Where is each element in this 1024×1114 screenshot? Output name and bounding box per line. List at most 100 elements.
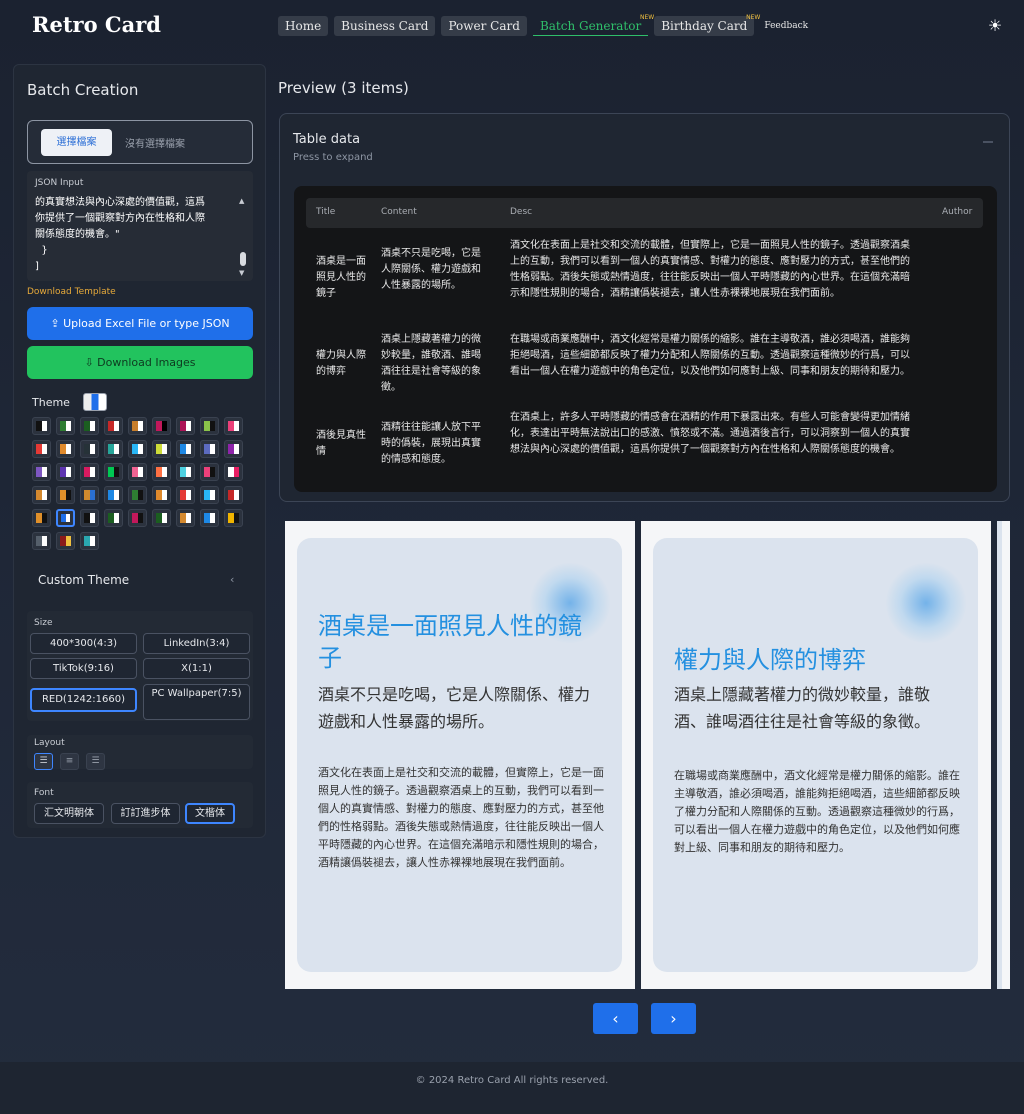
font-option[interactable]: 訂訂進步体 <box>111 803 180 824</box>
json-textarea[interactable]: 的真實想法與內心深處的價值觀，這爲 你提供了一個觀察對方內在性格和人際 關係態度… <box>35 195 231 275</box>
theme-swatch[interactable] <box>80 486 99 504</box>
size-option[interactable]: TikTok(9:16) <box>30 658 137 679</box>
choose-file-button[interactable]: 選擇檔案 <box>41 129 112 156</box>
theme-swatch[interactable] <box>152 509 171 527</box>
theme-swatch[interactable] <box>176 463 195 481</box>
theme-swatch[interactable] <box>56 486 75 504</box>
theme-swatch[interactable] <box>32 509 51 527</box>
swatch-color <box>65 467 71 477</box>
theme-swatch[interactable] <box>80 440 99 458</box>
card-preview: 酒桌是一面照見人性的鏡子 酒桌不只是吃喝，它是人際關係、權力遊戲和人性暴露的場所… <box>285 521 635 989</box>
theme-swatch[interactable] <box>200 509 219 527</box>
table-cell-title: 酒後見真性情 <box>316 430 366 457</box>
json-scrollbar[interactable]: ▲ ▼ <box>239 197 247 277</box>
theme-swatch[interactable] <box>32 463 51 481</box>
theme-swatch[interactable] <box>32 417 51 435</box>
theme-swatch[interactable] <box>224 509 243 527</box>
scroll-thumb[interactable] <box>240 252 246 266</box>
size-label: Size <box>34 618 53 628</box>
theme-swatch[interactable] <box>152 486 171 504</box>
chevron-left-icon[interactable]: ‹ <box>230 573 234 586</box>
collapse-icon[interactable] <box>983 141 993 143</box>
theme-swatch[interactable] <box>56 417 75 435</box>
size-option[interactable]: X(1:1) <box>143 658 250 679</box>
swatch-color <box>185 421 191 431</box>
align-right-icon[interactable]: ☰ <box>86 753 105 770</box>
swatch-color <box>209 467 215 477</box>
theme-swatch[interactable] <box>128 440 147 458</box>
theme-swatch[interactable] <box>200 486 219 504</box>
theme-swatch[interactable] <box>104 440 123 458</box>
theme-swatch[interactable] <box>200 417 219 435</box>
theme-swatch[interactable] <box>80 463 99 481</box>
theme-swatch[interactable] <box>128 463 147 481</box>
theme-swatch[interactable] <box>176 440 195 458</box>
scroll-up-icon[interactable]: ▲ <box>239 197 244 205</box>
theme-swatch[interactable] <box>56 509 75 527</box>
chevron-right-icon[interactable]: › <box>651 1003 696 1034</box>
nav-batch-generator[interactable]: Batch Generator NEW <box>532 14 654 36</box>
nav-home[interactable]: Home <box>278 16 329 36</box>
theme-swatch[interactable] <box>80 532 99 550</box>
column-header-title: Title <box>316 207 336 217</box>
download-images-button[interactable]: ⇩ Download Images <box>27 346 253 379</box>
theme-swatch[interactable] <box>200 463 219 481</box>
theme-swatch[interactable] <box>176 486 195 504</box>
swatch-color <box>137 513 143 523</box>
size-option[interactable]: 400*300(4:3) <box>30 633 137 654</box>
theme-swatch[interactable] <box>200 440 219 458</box>
align-left-icon[interactable]: ☰ <box>34 753 53 770</box>
swatch-color <box>41 490 47 500</box>
current-theme-swatch[interactable] <box>83 393 107 411</box>
theme-swatch[interactable] <box>32 440 51 458</box>
theme-swatch[interactable] <box>80 509 99 527</box>
theme-swatch[interactable] <box>152 463 171 481</box>
scroll-down-icon[interactable]: ▼ <box>239 269 244 277</box>
size-option[interactable]: PC Wallpaper(7:5) <box>143 684 250 720</box>
theme-swatch[interactable] <box>152 440 171 458</box>
theme-swatch[interactable] <box>56 532 75 550</box>
nav-birthday-card[interactable]: Birthday Card NEW <box>654 14 760 36</box>
font-option-selected[interactable]: 文楷体 <box>185 803 235 824</box>
chevron-left-icon[interactable]: ‹ <box>593 1003 638 1034</box>
theme-swatch[interactable] <box>224 440 243 458</box>
custom-theme-toggle[interactable]: Custom Theme <box>38 573 129 587</box>
theme-swatch[interactable] <box>224 463 243 481</box>
theme-swatch[interactable] <box>32 486 51 504</box>
nav-power-card[interactable]: Power Card <box>441 16 527 36</box>
theme-swatch[interactable] <box>224 486 243 504</box>
theme-swatch[interactable] <box>80 417 99 435</box>
nav-business-card[interactable]: Business Card <box>334 16 436 36</box>
swatch-color <box>113 421 119 431</box>
sun-icon[interactable]: ☀ <box>986 17 1004 35</box>
theme-swatch[interactable] <box>128 486 147 504</box>
theme-swatch[interactable] <box>32 532 51 550</box>
top-navigation: Retro Card Home Business Card Power Card… <box>0 0 1024 52</box>
theme-swatch[interactable] <box>128 509 147 527</box>
theme-swatch[interactable] <box>104 417 123 435</box>
theme-swatch[interactable] <box>224 417 243 435</box>
theme-swatch[interactable] <box>176 417 195 435</box>
theme-swatch[interactable] <box>152 417 171 435</box>
theme-swatch[interactable] <box>104 509 123 527</box>
align-center-icon[interactable]: ≡ <box>60 753 79 770</box>
nav-feedback[interactable]: Feedback <box>760 16 812 36</box>
theme-swatch[interactable] <box>104 486 123 504</box>
theme-swatch[interactable] <box>56 440 75 458</box>
theme-swatch[interactable] <box>56 463 75 481</box>
card-body: 權力與人際的博弈 酒桌上隱藏著權力的微妙較量，誰敬酒、誰喝酒往往是社會等級的象徵… <box>653 538 978 972</box>
size-option[interactable]: LinkedIn(3:4) <box>143 633 250 654</box>
swatch-color <box>41 467 47 477</box>
size-option-selected[interactable]: RED(1242:1660) <box>30 688 137 712</box>
table-cell-content: 酒精往往能讓人放下平時的僞裝，展現出真實的情感和態度。 <box>381 422 481 465</box>
table-data-panel[interactable]: Table data Press to expand Title Content… <box>279 113 1010 502</box>
upload-button[interactable]: ⇪ Upload Excel File or type JSON <box>27 307 253 340</box>
download-template-link[interactable]: Download Template <box>27 287 116 297</box>
swatch-color <box>161 467 167 477</box>
swatch-color <box>185 467 191 477</box>
theme-swatch[interactable] <box>128 417 147 435</box>
theme-swatch[interactable] <box>176 509 195 527</box>
theme-swatch[interactable] <box>104 463 123 481</box>
app-logo[interactable]: Retro Card <box>32 12 161 37</box>
font-option[interactable]: 汇文明朝体 <box>34 803 104 824</box>
